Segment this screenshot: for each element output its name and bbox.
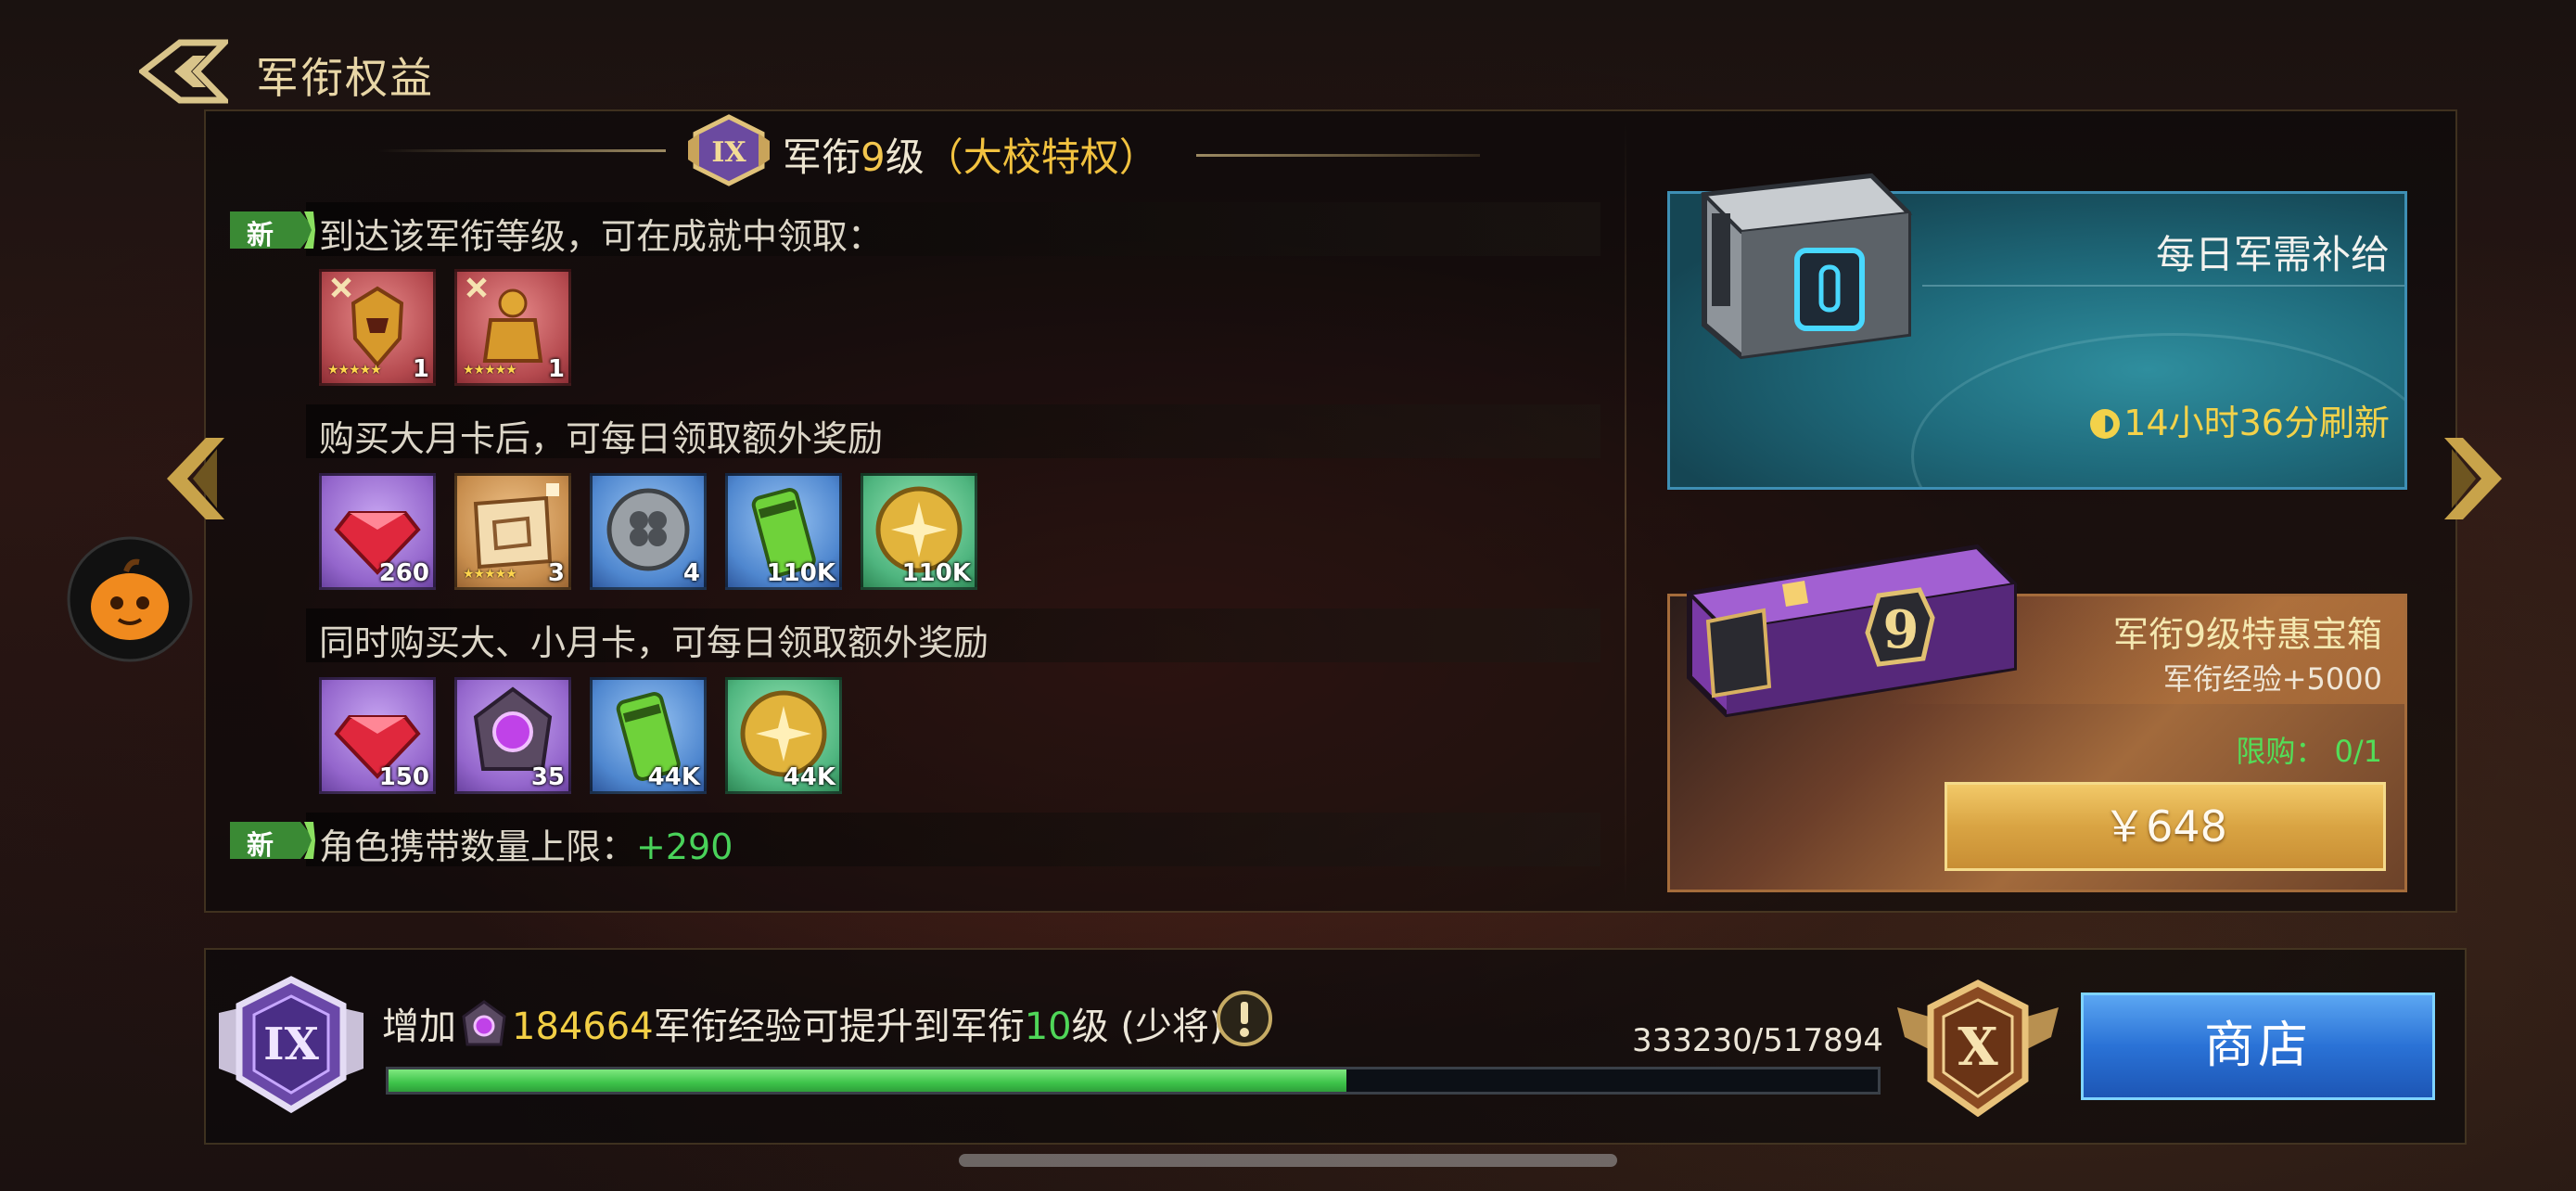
item-count: 44K — [647, 763, 700, 791]
item-count: 110K — [766, 559, 835, 587]
section-text: 到达该军衔等级，可在成就中领取： — [319, 216, 884, 257]
purchase-limit: 限购： 0/1 — [2236, 734, 2382, 769]
svg-text:X: X — [1958, 1017, 1998, 1078]
rank-title: 军衔9级（大校特权） — [783, 134, 1158, 180]
title-line-right — [1196, 154, 1480, 157]
silver-chest-icon — [1700, 173, 1913, 360]
info-icon[interactable] — [1215, 989, 1274, 1048]
prev-arrow-icon[interactable] — [159, 432, 228, 525]
exp-orb-icon — [462, 1000, 506, 1046]
new-tag-label: 新 — [247, 219, 274, 250]
daily-supply-title: 每日军需补给 — [2155, 232, 2390, 277]
section-text: 角色携带数量上限：+290 — [319, 826, 733, 867]
exp-progress-bar — [386, 1067, 1881, 1095]
reward-item[interactable]: 260 — [319, 473, 436, 590]
reward-item[interactable]: 150 — [319, 677, 436, 794]
item-count: 44K — [783, 763, 835, 791]
shop-button[interactable]: 商店 — [2081, 992, 2435, 1100]
clock-icon — [2090, 409, 2121, 439]
item-count: 110K — [901, 559, 971, 587]
next-arrow-icon[interactable] — [2441, 432, 2509, 525]
exp-progress-fill — [389, 1069, 1346, 1092]
svg-text:IX: IX — [711, 136, 746, 169]
item-count: 35 — [530, 763, 565, 791]
panel-divider — [1625, 121, 1626, 900]
purple-chest-icon: 9 — [1685, 544, 2019, 718]
exp-progress-numbers: 333230/517894 — [1632, 1022, 1884, 1059]
section-text: 购买大月卡后，可每日领取额外奖励 — [319, 418, 884, 459]
title-underline — [1922, 285, 2404, 287]
reward-item[interactable]: 110K — [725, 473, 842, 590]
item-count: 1 — [412, 355, 429, 383]
buy-button[interactable]: ￥648 — [1945, 782, 2386, 871]
star-rating: ★★★★★ — [463, 363, 517, 378]
title-line-left — [378, 149, 666, 152]
refresh-timer: 14小时36分刷新 — [2090, 394, 2390, 445]
rank-emblem-icon: IX — [686, 113, 772, 187]
reward-item[interactable]: 44K — [590, 677, 707, 794]
reward-item[interactable]: 35 — [454, 677, 571, 794]
reward-item[interactable]: ★★★★★ 1 — [319, 269, 436, 386]
special-chest-title: 军衔9级特惠宝箱 — [2112, 614, 2382, 655]
star-rating: ★★★★★ — [463, 567, 517, 582]
section-text: 同时购买大、小月卡，可每日领取额外奖励 — [319, 622, 989, 663]
item-count: 3 — [547, 559, 565, 587]
svg-text:9: 9 — [1883, 599, 1919, 660]
item-count: 260 — [378, 559, 429, 587]
back-arrow-icon[interactable] — [139, 37, 228, 106]
pumpkin-mascot-icon[interactable] — [67, 536, 193, 662]
item-count: 150 — [378, 763, 429, 791]
capacity-value: +290 — [636, 826, 733, 867]
reward-item[interactable]: 44K — [725, 677, 842, 794]
item-count: 1 — [547, 355, 565, 383]
next-rank-emblem-icon: X — [1897, 980, 2059, 1117]
home-indicator[interactable] — [959, 1154, 1617, 1167]
progress-description: 增加 184664军衔经验可提升到军衔10级 (少将) — [382, 996, 1224, 1050]
reward-item[interactable]: ★★★★★ 3 — [454, 473, 571, 590]
page-title: 军衔权益 — [256, 53, 434, 103]
reward-item[interactable]: 4 — [590, 473, 707, 590]
star-rating: ★★★★★ — [327, 363, 382, 378]
current-rank-emblem-icon: IX — [219, 976, 363, 1113]
reward-item[interactable]: ★★★★★ 1 — [454, 269, 571, 386]
item-count: 4 — [682, 559, 700, 587]
reward-item[interactable]: 110K — [861, 473, 977, 590]
special-chest-exp: 军衔经验+5000 — [2162, 661, 2382, 697]
svg-text:IX: IX — [263, 1018, 319, 1070]
new-tag-label: 新 — [247, 829, 274, 861]
